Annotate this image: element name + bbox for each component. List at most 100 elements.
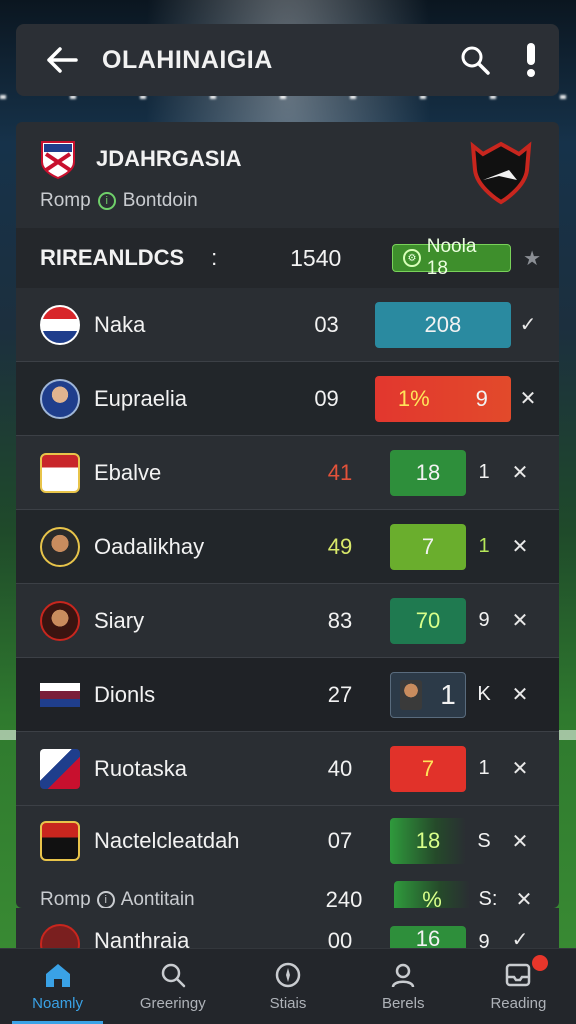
value-pill[interactable]: % (394, 880, 470, 908)
close-icon[interactable]: ✕ (502, 756, 538, 781)
value-pill[interactable]: 70 (390, 597, 466, 644)
search-icon (161, 963, 186, 988)
list-item-partial[interactable]: Nanthraia 00 16 9 ✓ (16, 908, 559, 948)
value-pill[interactable]: 7 (390, 523, 466, 570)
alert-button[interactable] (503, 24, 559, 96)
star-icon[interactable]: ★ (523, 246, 541, 271)
team-sub-prefix: Romp (40, 190, 91, 211)
row-extra: S (477, 829, 491, 852)
user-icon (391, 963, 415, 988)
pill-value: 1 (440, 678, 456, 710)
player-score: 03 (314, 311, 339, 337)
close-icon[interactable]: ✕ (502, 829, 538, 854)
club-shield-icon (470, 141, 532, 205)
player-name: Siary (94, 607, 145, 633)
compass-icon (275, 962, 301, 988)
nav-label: Greeringy (139, 995, 206, 1012)
page-title: OLAHINAIGIA (102, 45, 273, 74)
value-pill[interactable]: 7 (390, 745, 466, 792)
nav-label: Reading (490, 995, 547, 1012)
top-app-bar: OLAHINAIGIA (16, 24, 559, 96)
info-icon: i (96, 890, 115, 908)
summary-colon: : (211, 245, 218, 270)
player-score: 240 (325, 886, 363, 909)
close-icon[interactable]: ✕ (502, 682, 538, 707)
close-icon[interactable]: ✕ (502, 608, 538, 633)
back-button[interactable] (32, 24, 92, 96)
row-extra: 1 (478, 757, 490, 779)
row-extra: 1 (478, 461, 490, 483)
close-icon[interactable]: ✕ (511, 386, 545, 411)
nav-label: Berels (381, 995, 425, 1012)
summary-label: RIREANLDCS (40, 245, 185, 270)
list-item[interactable]: Ebalve 41 18 1 ✕ (16, 436, 559, 510)
nav-label: Noamly (32, 995, 84, 1012)
player-avatar (40, 378, 80, 419)
team-subtitle: Romp i Bontdoin (40, 190, 198, 212)
player-score: 00 (327, 928, 353, 948)
player-name: Naka (94, 311, 146, 337)
player-score: 09 (314, 385, 339, 411)
check-icon[interactable]: ✓ (502, 927, 538, 948)
list-item[interactable]: Ruotaska 40 7 1 ✕ (16, 732, 559, 806)
row-subtitle: Romp i Aontitain (40, 888, 312, 909)
flag-avatar (40, 682, 80, 707)
player-name: Nactelcleatdah (94, 828, 240, 853)
nav-stats[interactable]: Stiais (230, 949, 345, 1024)
player-score: 49 (327, 533, 353, 559)
player-name: Eupraelia (94, 385, 187, 411)
summary-value: 1540 (290, 244, 342, 271)
player-score: 40 (327, 755, 353, 781)
badge-label: Noola 18 (426, 236, 477, 279)
check-icon[interactable]: ✓ (511, 312, 545, 337)
team-name: JDAHRGASIA (96, 146, 242, 171)
list-item[interactable]: Eupraelia 09 1% 9 ✕ (16, 362, 559, 436)
player-name: Ebalve (94, 459, 162, 485)
nav-profile[interactable]: Berels (346, 949, 461, 1024)
player-list: Naka 03 208 ✓ Eupraelia 09 1% 9 ✕ Ebalve… (16, 288, 559, 908)
list-item[interactable]: Oadalikhay 49 7 1 ✕ (16, 510, 559, 584)
list-item[interactable]: Romp i Aontitain 240 % S: ✕ (16, 876, 559, 908)
badge-icon: ⚙ (403, 249, 421, 267)
value-pill[interactable]: 1% 9 (374, 375, 511, 422)
list-item[interactable]: Naka 03 208 ✓ (16, 288, 559, 362)
value-pill[interactable]: 1 (390, 671, 466, 718)
notification-dot (532, 955, 549, 971)
row-extra: 1 (478, 535, 490, 557)
player-score: 27 (327, 681, 353, 707)
bottom-nav: Noamly Greeringy Stiais Berels Reading (0, 948, 576, 1024)
pill-value: 1% (397, 385, 430, 411)
player-name: Nanthraia (94, 928, 190, 948)
summary-bar: RIREANLDCS : 1540 ⚙ Noola 18 ★ (16, 228, 559, 288)
nav-label: Stiais (269, 995, 307, 1012)
exclamation-icon (527, 43, 535, 77)
close-icon[interactable]: ✕ (502, 460, 538, 485)
player-card-icon (400, 679, 423, 710)
row-extra: S: (478, 888, 498, 908)
nav-search[interactable]: Greeringy (115, 949, 230, 1024)
value-pill[interactable]: 208 (374, 301, 511, 348)
player-avatar (40, 526, 80, 567)
nav-home[interactable]: Noamly (0, 949, 115, 1024)
value-pill[interactable]: 16 (390, 926, 466, 948)
home-icon (45, 964, 70, 987)
search-button[interactable] (447, 24, 503, 96)
crest-avatar (40, 821, 80, 861)
row-sub-prefix: Romp (40, 888, 91, 909)
search-icon (461, 46, 490, 75)
row-extra: 9 (478, 609, 490, 631)
close-icon[interactable]: ✕ (502, 534, 538, 559)
close-icon[interactable]: ✕ (506, 887, 542, 908)
nav-reading[interactable]: Reading (461, 949, 576, 1024)
status-badge[interactable]: ⚙ Noola 18 (392, 236, 512, 279)
value-pill[interactable]: 18 (390, 449, 466, 496)
row-extra: 9 (478, 931, 490, 948)
row-extra: K (477, 683, 491, 705)
list-item[interactable]: Siary 83 70 9 ✕ (16, 584, 559, 658)
crest-avatar (40, 452, 80, 493)
pill-extra: 9 (475, 385, 488, 411)
list-item[interactable]: Dionls 27 1 K ✕ (16, 658, 559, 732)
team-sub-text: Bontdoin (122, 190, 198, 211)
list-item[interactable]: Nactelcleatdah 07 18 S ✕ (16, 806, 559, 876)
value-pill[interactable]: 18 (390, 818, 466, 864)
